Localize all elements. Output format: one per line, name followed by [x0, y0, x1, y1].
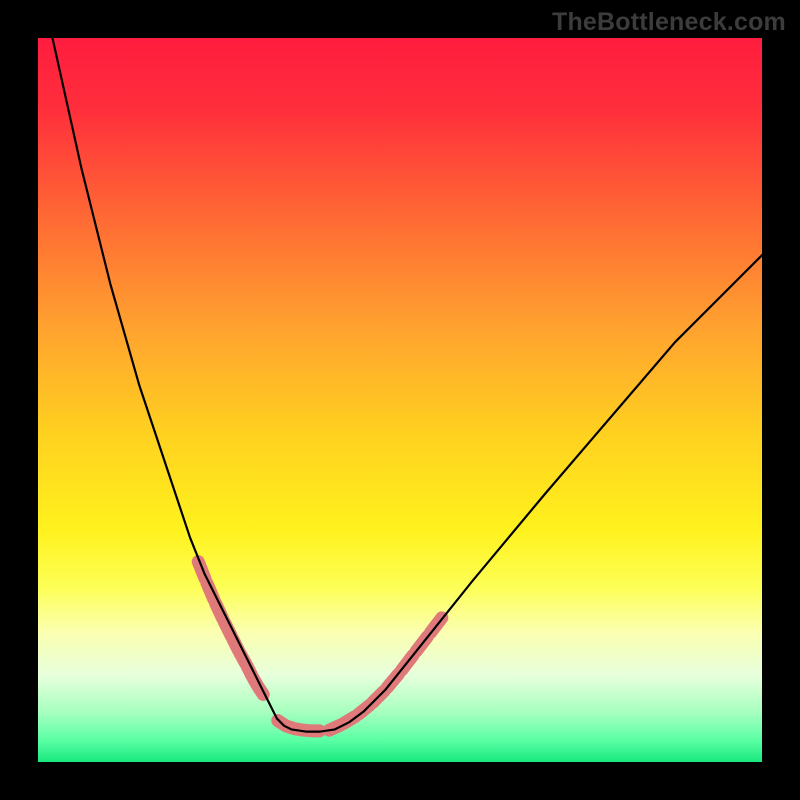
chart-frame: TheBottleneck.com — [0, 0, 800, 800]
watermark-text: TheBottleneck.com — [552, 8, 786, 37]
plot-area — [38, 38, 762, 762]
gradient-background — [38, 38, 762, 762]
chart-svg — [38, 38, 762, 762]
